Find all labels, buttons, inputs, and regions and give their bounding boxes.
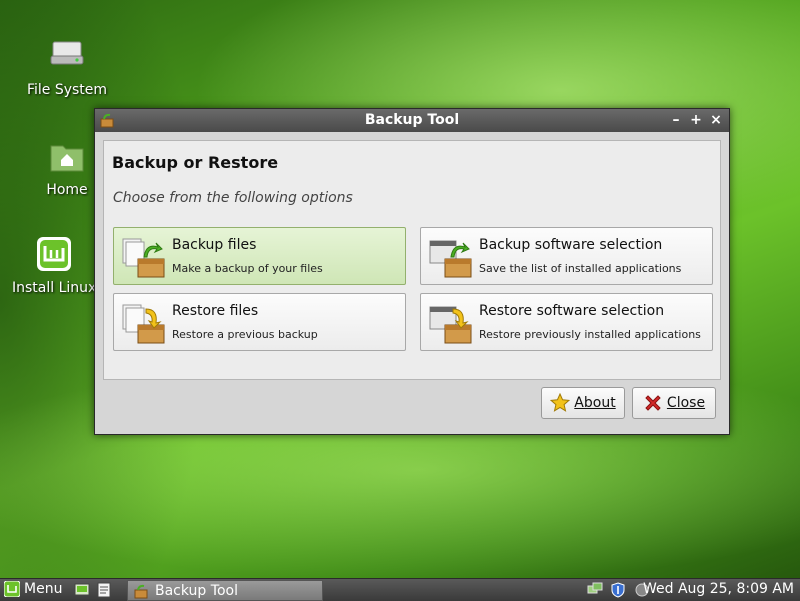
backup-files-icon (122, 238, 165, 278)
close-button[interactable]: Close (632, 387, 716, 419)
desktop-icon-label: File System (26, 82, 108, 98)
options-subtitle: Choose from the following options (113, 190, 353, 206)
clock[interactable]: Wed Aug 25, 8:09 AM (643, 581, 794, 597)
about-button[interactable]: About (541, 387, 625, 419)
option-description: Restore previously installed application… (479, 328, 701, 341)
about-button-label: About (574, 395, 616, 411)
options-panel: Backup or Restore Choose from the follow… (103, 140, 721, 380)
menu-label: Menu (24, 581, 63, 597)
restore-files-icon (122, 304, 165, 344)
desktop-icon-file-system[interactable]: File System (12, 36, 122, 98)
network-icon[interactable] (587, 582, 603, 598)
text-editor-icon[interactable] (96, 582, 112, 598)
linux-mint-logo-icon (37, 237, 71, 271)
backup-tool-window: Backup Tool – + × Backup or Restore Choo… (94, 108, 730, 435)
desktop-icon-install-mint[interactable]: Install Linux Mint (12, 234, 96, 296)
restore-files-option[interactable]: Restore files Restore a previous backup (113, 293, 406, 351)
backup-software-icon (429, 240, 472, 278)
minimize-button[interactable]: – (669, 111, 683, 129)
star-icon (550, 393, 571, 412)
update-shield-icon[interactable] (610, 582, 626, 598)
home-folder-icon (50, 145, 84, 172)
window-close-button[interactable]: × (709, 111, 723, 129)
restore-software-icon (429, 306, 472, 344)
backup-tool-app-icon (134, 584, 148, 598)
show-desktop-icon[interactable] (74, 582, 90, 598)
hard-drive-icon (50, 41, 84, 65)
taskbar-item-label: Backup Tool (155, 582, 238, 599)
page-title: Backup or Restore (112, 153, 279, 172)
option-title: Restore files (172, 303, 259, 319)
option-title: Restore software selection (479, 303, 665, 319)
option-description: Make a backup of your files (172, 262, 323, 275)
backup-software-option[interactable]: Backup software selection Save the list … (420, 227, 713, 285)
maximize-button[interactable]: + (689, 111, 703, 129)
taskbar: Menu Backup Tool Wed Aug 25, 8:09 AM (0, 578, 800, 601)
backup-files-option[interactable]: Backup files Make a backup of your files (113, 227, 406, 285)
menu-button[interactable]: Menu (4, 581, 62, 597)
close-button-label: Close (666, 395, 706, 411)
restore-software-option[interactable]: Restore software selection Restore previ… (420, 293, 713, 351)
linux-mint-logo-icon (4, 581, 20, 597)
option-description: Restore a previous backup (172, 328, 318, 341)
option-description: Save the list of installed applications (479, 262, 682, 275)
taskbar-item-backup-tool[interactable]: Backup Tool (127, 580, 323, 601)
option-title: Backup software selection (479, 237, 663, 253)
desktop-icon-label: Install Linux Mint (12, 280, 96, 296)
close-icon (645, 395, 661, 411)
window-titlebar[interactable]: Backup Tool – + × (95, 109, 729, 132)
window-title: Backup Tool (364, 112, 460, 128)
option-title: Backup files (172, 237, 257, 253)
